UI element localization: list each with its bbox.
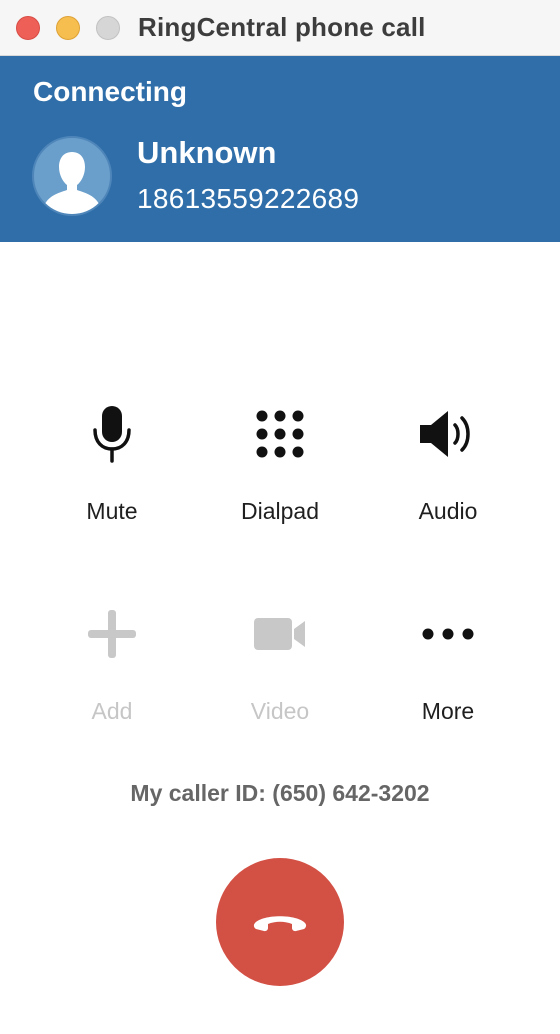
phone-call-window: RingCentral phone call Connecting Unknow… (0, 0, 560, 1034)
dialpad-icon (244, 398, 316, 470)
add-button[interactable]: Add (32, 598, 192, 738)
video-label: Video (250, 698, 310, 724)
caller-name: Unknown (137, 135, 277, 170)
call-header: Connecting Unknown 18613559222689 (0, 56, 560, 242)
dialpad-label: Dialpad (241, 498, 319, 524)
more-label: More (421, 698, 475, 724)
minimize-window-button[interactable] (56, 16, 80, 40)
add-label: Add (91, 698, 133, 724)
plus-icon (76, 598, 148, 670)
dialpad-button[interactable]: Dialpad (200, 398, 360, 538)
hang-up-button[interactable] (216, 858, 344, 986)
zoom-window-button[interactable] (96, 16, 120, 40)
avatar (32, 136, 112, 216)
more-dots-icon (412, 598, 484, 670)
hang-up-phone-icon (253, 916, 307, 932)
close-window-button[interactable] (16, 16, 40, 40)
mute-label: Mute (86, 498, 138, 524)
microphone-icon (76, 398, 148, 470)
call-status: Connecting (33, 76, 187, 107)
mute-button[interactable]: Mute (32, 398, 192, 538)
audio-button[interactable]: Audio (368, 398, 528, 538)
window-title: RingCentral phone call (138, 12, 426, 42)
video-button[interactable]: Video (200, 598, 360, 738)
my-caller-id: My caller ID: (650) 642-3202 (130, 780, 430, 806)
video-camera-icon (244, 598, 316, 670)
audio-label: Audio (418, 498, 478, 524)
caller-number: 18613559222689 (137, 183, 360, 214)
title-bar[interactable]: RingCentral phone call (0, 0, 560, 56)
speaker-icon (412, 398, 484, 470)
person-silhouette-icon (44, 152, 100, 214)
more-button[interactable]: More (368, 598, 528, 738)
